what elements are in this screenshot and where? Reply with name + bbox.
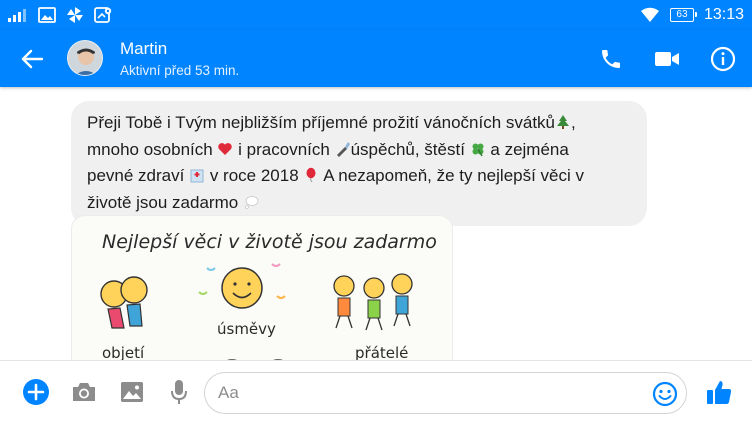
info-icon xyxy=(710,46,736,72)
message-text-6: pevné zdraví xyxy=(87,166,185,185)
camera-icon xyxy=(73,383,95,401)
emoji-picker-icon[interactable] xyxy=(652,381,678,407)
camera-button[interactable] xyxy=(70,378,98,406)
voice-message-button[interactable] xyxy=(165,378,193,406)
illustration-title: Nejlepší věci v životě jsou zadarmo xyxy=(102,231,437,253)
wifi-icon xyxy=(640,7,659,23)
gallery-button[interactable] xyxy=(118,378,146,406)
hugging-figures xyxy=(100,276,148,329)
message-text-9: životě jsou zadarmo xyxy=(87,192,239,212)
image-icon xyxy=(121,382,143,402)
message-text-8: A nezapomeň, že ty nejlepší věci v xyxy=(323,166,584,185)
friend-figures xyxy=(333,273,413,331)
pinwheel-notification-icon xyxy=(67,7,83,23)
caption-hug: objetí xyxy=(102,344,145,360)
message-composer xyxy=(0,360,752,423)
conversation-info-button[interactable] xyxy=(708,44,738,74)
microphone-icon xyxy=(171,380,187,404)
video-camera-icon xyxy=(655,52,679,66)
more-actions-button[interactable] xyxy=(22,378,50,406)
four-leaf-clover-emoji-icon xyxy=(472,143,484,156)
signal-icon xyxy=(8,9,26,22)
status-bar-right: 63 13:13 xyxy=(640,4,744,26)
messenger-conversation-screen: 63 13:13 Martin Aktivní před 53 min. Pře… xyxy=(0,0,752,423)
maps-notification-icon xyxy=(94,7,112,23)
christmas-tree-emoji-icon xyxy=(557,115,570,129)
incoming-message-bubble[interactable]: Přeji Tobě i Tvým nejbližším příjemné pr… xyxy=(71,101,647,226)
plus-circle-icon xyxy=(23,379,49,405)
message-text-3: i pracovních xyxy=(238,139,330,159)
hospital-emoji-icon xyxy=(190,169,204,183)
smiling-faces xyxy=(198,263,286,360)
fountain-pen-emoji-icon xyxy=(336,141,350,157)
status-bar-left xyxy=(8,5,112,25)
send-like-button[interactable] xyxy=(705,378,733,406)
phone-icon xyxy=(602,50,620,68)
image-message[interactable]: Nejlepší věci v životě jsou zadarmo obje… xyxy=(71,215,453,360)
message-input[interactable] xyxy=(218,373,638,413)
message-text-1: Přeji Tobě i Tvým nejbližším příjemné pr… xyxy=(87,113,556,132)
battery-icon: 63 xyxy=(669,8,697,22)
thumbs-up-icon xyxy=(707,381,732,404)
free-things-illustration: Nejlepší věci v životě jsou zadarmo obje… xyxy=(100,231,437,360)
caption-friends: přátelé xyxy=(355,344,408,360)
video-call-button[interactable] xyxy=(652,44,682,74)
message-text-5: a zejména xyxy=(490,139,569,159)
caption-smiles: úsměvy xyxy=(217,320,276,338)
avatar-photo-icon xyxy=(68,41,102,75)
thought-balloon-emoji-icon xyxy=(245,195,259,209)
message-list[interactable]: Přeji Tobě i Tvým nejbližším příjemné pr… xyxy=(0,87,752,360)
arrow-left-icon xyxy=(21,49,43,69)
balloon-emoji-icon xyxy=(306,167,316,183)
message-text-7: v roce 2018 xyxy=(209,166,299,185)
message-text-2: mnoho osobních xyxy=(87,139,213,159)
voice-call-button[interactable] xyxy=(596,44,626,74)
red-heart-emoji-icon xyxy=(218,142,233,155)
avatar[interactable] xyxy=(67,40,103,76)
gallery-notification-icon xyxy=(38,7,56,23)
status-bar: 63 13:13 xyxy=(0,0,752,30)
contact-name[interactable]: Martin xyxy=(120,39,167,59)
contact-active-status: Aktivní před 53 min. xyxy=(120,63,240,78)
clock: 13:13 xyxy=(703,6,744,23)
message-text-4: úspěchů, štěstí xyxy=(350,139,465,159)
conversation-header: Martin Aktivní před 53 min. xyxy=(0,30,752,87)
back-button[interactable] xyxy=(18,45,46,73)
message-input-box[interactable] xyxy=(204,372,687,414)
